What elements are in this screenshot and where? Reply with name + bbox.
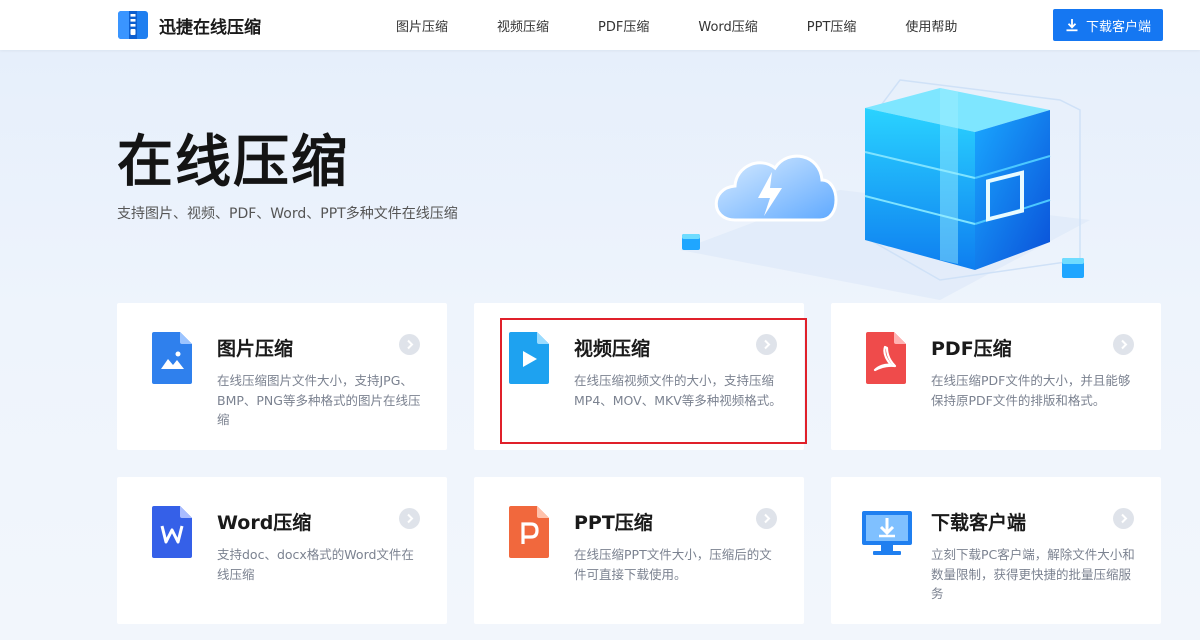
download-client-label: 下载客户端: [1085, 19, 1151, 35]
nav-ppt-compress[interactable]: PPT压缩: [807, 16, 857, 35]
nav-help[interactable]: 使用帮助: [905, 16, 957, 35]
card-title: PPT压缩: [574, 512, 653, 534]
card-description: 支持doc、docx格式的Word文件在线压缩: [217, 547, 414, 582]
download-client-button[interactable]: 下载客户端: [1053, 9, 1163, 41]
pdf-file-icon: [866, 332, 906, 384]
top-header: 迅捷在线压缩 图片压缩 视频压缩 PDF压缩 Word压缩 PPT压缩 使用帮助…: [0, 0, 1200, 50]
page-subtitle: 支持图片、视频、PDF、Word、PPT多种文件在线压缩: [117, 206, 458, 222]
chevron-right-icon[interactable]: [756, 508, 777, 529]
archive-logo-icon: [117, 10, 149, 40]
card-ppt-compress[interactable]: PPT压缩 在线压缩PPT文件大小，压缩后的文件可直接下载使用。: [474, 477, 804, 624]
card-description: 在线压缩图片文件大小，支持JPG、BMP、PNG等多种格式的图片在线压缩: [217, 373, 421, 427]
card-image-compress[interactable]: 图片压缩 在线压缩图片文件大小，支持JPG、BMP、PNG等多种格式的图片在线压…: [117, 303, 447, 450]
logo-text: 迅捷在线压缩: [159, 17, 261, 38]
main-nav: 图片压缩 视频压缩 PDF压缩 Word压缩 PPT压缩 使用帮助: [396, 0, 957, 50]
nav-word-compress[interactable]: Word压缩: [698, 16, 757, 35]
card-title: 图片压缩: [217, 338, 294, 360]
chevron-right-icon[interactable]: [399, 334, 420, 355]
chevron-right-icon[interactable]: [1113, 334, 1134, 355]
nav-pdf-compress[interactable]: PDF压缩: [598, 16, 649, 35]
nav-video-compress[interactable]: 视频压缩: [497, 16, 549, 35]
card-word-compress[interactable]: Word压缩 支持doc、docx格式的Word文件在线压缩: [117, 477, 447, 624]
monitor-download-icon: [862, 511, 912, 555]
card-video-compress[interactable]: 视频压缩 在线压缩视频文件的大小，支持压缩MP4、MOV、MKV等多种视频格式。: [474, 303, 804, 450]
card-title: PDF压缩: [931, 338, 1012, 360]
card-description: 在线压缩PPT文件大小，压缩后的文件可直接下载使用。: [574, 547, 772, 582]
image-file-icon: [152, 332, 192, 384]
logo[interactable]: 迅捷在线压缩: [117, 10, 261, 40]
cloud-lightning-icon: [714, 154, 838, 222]
card-title: Word压缩: [217, 512, 312, 534]
card-description: 立刻下载PC客户端，解除文件大小和数量限制，获得更快捷的批量压缩服务: [931, 547, 1135, 601]
page-title: 在线压缩: [117, 130, 349, 195]
word-file-icon: [152, 506, 192, 558]
ppt-file-icon: [509, 506, 549, 558]
nav-image-compress[interactable]: 图片压缩: [396, 16, 448, 35]
card-download-client[interactable]: 下载客户端 立刻下载PC客户端，解除文件大小和数量限制，获得更快捷的批量压缩服务: [831, 477, 1161, 624]
card-pdf-compress[interactable]: PDF压缩 在线压缩PDF文件的大小，并且能够保持原PDF文件的排版和格式。: [831, 303, 1161, 450]
video-file-icon: [509, 332, 549, 384]
card-title: 视频压缩: [574, 338, 651, 360]
card-description: 在线压缩PDF文件的大小，并且能够保持原PDF文件的排版和格式。: [931, 373, 1131, 408]
chevron-right-icon[interactable]: [1113, 508, 1134, 529]
cloud-cube-illustration: [680, 79, 1090, 300]
card-description: 在线压缩视频文件的大小，支持压缩MP4、MOV、MKV等多种视频格式。: [574, 373, 782, 408]
chevron-right-icon[interactable]: [756, 334, 777, 355]
card-title: 下载客户端: [931, 512, 1027, 534]
download-icon: [1066, 19, 1078, 32]
chevron-right-icon[interactable]: [399, 508, 420, 529]
